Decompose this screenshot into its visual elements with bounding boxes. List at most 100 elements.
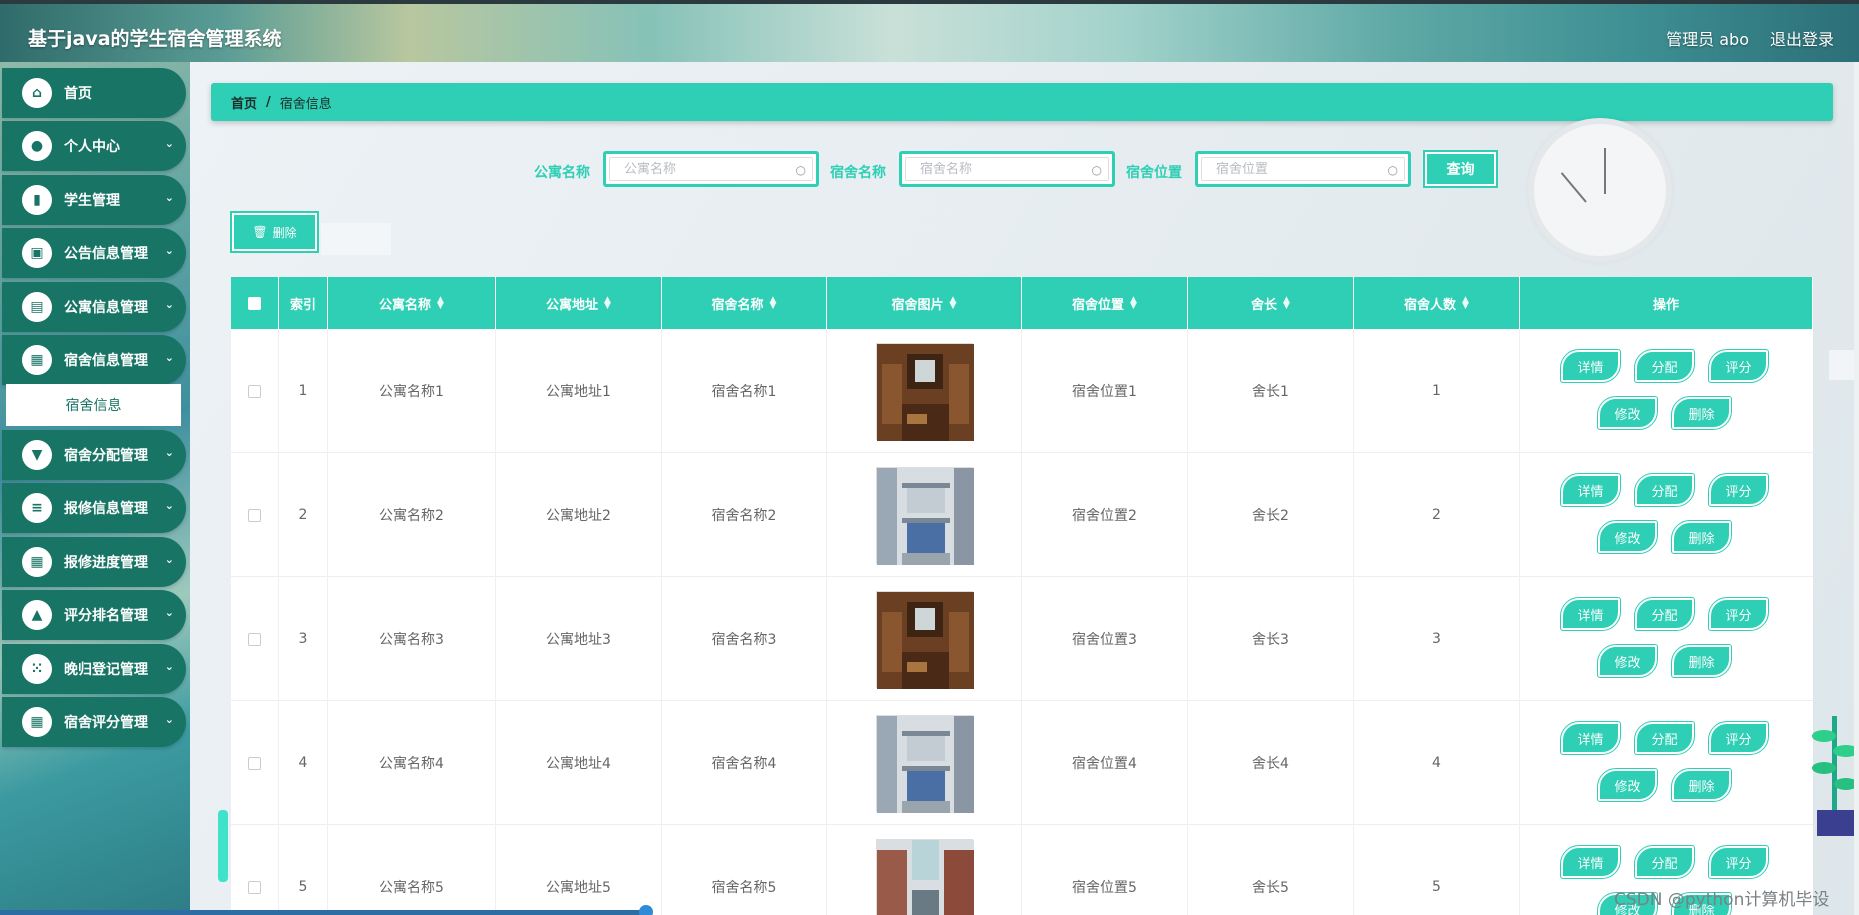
sidebar-item-5[interactable]: ▦ 宿舍信息管理 ⌄ (2, 335, 186, 385)
home-icon: ⌂ (22, 78, 52, 108)
column-header-1[interactable]: 公寓名称 ▲ ▼ (328, 277, 496, 329)
column-header-3[interactable]: 宿舍名称 ▲ ▼ (662, 277, 827, 329)
column-header-label: 宿舍位置 (1072, 297, 1125, 313)
rate-button[interactable]: 评分 (1708, 349, 1769, 383)
edit-button[interactable]: 修改 (1597, 768, 1658, 802)
dorm-name-input[interactable] (905, 157, 1109, 181)
assign-button[interactable]: 分配 (1634, 597, 1695, 631)
column-header-6[interactable]: 舍长 ▲ ▼ (1188, 277, 1354, 329)
column-header-7[interactable]: 宿舍人数 ▲ ▼ (1354, 277, 1520, 329)
apartment-name-cell: 公寓名称4 (328, 701, 496, 825)
detail-button[interactable]: 详情 (1560, 845, 1621, 879)
query-button[interactable]: 查询 (1423, 150, 1498, 188)
apartment-address-cell: 公寓地址1 (496, 329, 662, 453)
sidebar-item-6[interactable]: ▼ 宿舍分配管理 ⌄ (2, 430, 186, 480)
dorm-photo[interactable] (875, 342, 974, 441)
apartment-address-cell: 公寓地址2 (496, 453, 662, 577)
edit-button[interactable]: 修改 (1597, 644, 1658, 678)
dorm-photo[interactable] (875, 838, 974, 915)
sidebar-item-label: 个人中心 (64, 139, 120, 155)
row-checkbox[interactable] (248, 880, 261, 894)
vertical-scrollbar[interactable] (1854, 62, 1859, 915)
sidebar-item-11[interactable]: ▦ 宿舍评分管理 ⌄ (2, 697, 186, 747)
sidebar-item-8[interactable]: ▦ 报修进度管理 ⌄ (2, 537, 186, 587)
dorm-photo[interactable] (875, 590, 974, 689)
detail-button[interactable]: 详情 (1560, 473, 1621, 507)
index-cell: 4 (279, 701, 328, 825)
index-cell: 2 (279, 453, 328, 577)
rate-button[interactable]: 评分 (1708, 721, 1769, 755)
search-icon: ○ (1387, 163, 1398, 177)
sidebar-item-4[interactable]: ▤ 公寓信息管理 ⌄ (2, 282, 186, 332)
delete-button[interactable]: 删除 (1671, 768, 1732, 802)
row-checkbox[interactable] (248, 756, 261, 770)
delete-button[interactable]: 删除 (1671, 396, 1732, 430)
sidebar-item-9[interactable]: ▲ 评分排名管理 ⌄ (2, 590, 186, 640)
delete-button[interactable]: 删除 (1671, 520, 1732, 554)
row-checkbox[interactable] (248, 632, 261, 646)
column-header-2[interactable]: 公寓地址 ▲ ▼ (496, 277, 662, 329)
sort-icon[interactable]: ▲ ▼ (1283, 296, 1290, 311)
sort-icon[interactable]: ▲ ▼ (1462, 296, 1469, 311)
row-actions: 详情 分配 评分修改 删除 (1520, 577, 1813, 701)
row-checkbox[interactable] (248, 384, 261, 398)
sidebar-item-0[interactable]: ⌂ 首页 (2, 68, 186, 118)
select-all-checkbox[interactable] (248, 296, 261, 310)
column-header-5[interactable]: 宿舍位置 ▲ ▼ (1022, 277, 1188, 329)
table-row: 4 公寓名称4 公寓地址4 宿舍名称4 宿舍位置4 舍长4 4 详情 分配 评分 修改 删除 (231, 701, 1813, 825)
sidebar-item-1[interactable]: ● 个人中心 ⌄ (2, 121, 186, 171)
rate-button[interactable]: 评分 (1708, 473, 1769, 507)
sort-icon[interactable]: ▲ ▼ (437, 296, 444, 311)
delete-button[interactable]: 删除 (1671, 644, 1732, 678)
detail-button[interactable]: 详情 (1560, 597, 1621, 631)
sort-icon[interactable]: ▲ ▼ (1130, 296, 1137, 311)
dorm-photo[interactable] (875, 466, 974, 565)
dorm-name-cell: 宿舍名称3 (662, 577, 827, 701)
chevron-down-icon: ⌄ (164, 191, 174, 204)
breadcrumb-home[interactable]: 首页 (231, 93, 257, 112)
sidebar-item-label: 首页 (64, 86, 92, 102)
detail-button[interactable]: 详情 (1560, 721, 1621, 755)
rate-button[interactable]: 评分 (1708, 597, 1769, 631)
sidebar-item-label: 公告信息管理 (64, 246, 148, 262)
dorm-photo-cell (827, 825, 1022, 915)
assign-button[interactable]: 分配 (1634, 473, 1695, 507)
apartment-name-cell: 公寓名称3 (328, 577, 496, 701)
sidebar-item-7[interactable]: ≡ 报修信息管理 ⌄ (2, 483, 186, 533)
scroll-thumb[interactable] (639, 905, 653, 915)
assign-button[interactable]: 分配 (1634, 721, 1695, 755)
column-header-4[interactable]: 宿舍图片 ▲ ▼ (827, 277, 1022, 329)
assign-button[interactable]: 分配 (1634, 349, 1695, 383)
top-header: 基于java的学生宿舍管理系统 管理员 abo 退出登录 (0, 0, 1859, 62)
edit-button[interactable]: 修改 (1597, 396, 1658, 430)
detail-button[interactable]: 详情 (1560, 349, 1621, 383)
bulk-delete-button[interactable]: 🗑 删除 (230, 211, 319, 253)
chevron-down-icon: ⌄ (164, 351, 174, 364)
plant-decoration (1812, 716, 1859, 836)
sidebar-item-2[interactable]: ▮ 学生管理 ⌄ (2, 175, 186, 225)
table-row: 5 公寓名称5 公寓地址5 宿舍名称5 宿舍位置5 舍长5 5 详情 分配 评分 修改 删除 (231, 825, 1813, 915)
dorm-location-input[interactable] (1201, 157, 1405, 181)
sort-icon[interactable]: ▲ ▼ (604, 296, 611, 311)
apartment-name-input[interactable] (609, 157, 813, 181)
sort-icon[interactable]: ▲ ▼ (950, 296, 957, 311)
horizontal-scrollbar[interactable] (0, 910, 650, 915)
sidebar-item-10[interactable]: ⁙ 晚归登记管理 ⌄ (2, 644, 186, 694)
breadcrumb-separator: / (266, 94, 271, 110)
ghost-placeholder (321, 223, 391, 255)
logout-link[interactable]: 退出登录 (1770, 26, 1834, 50)
edit-button[interactable]: 修改 (1597, 520, 1658, 554)
clock-decoration (1528, 118, 1672, 262)
row-actions: 详情 分配 评分修改 删除 (1520, 701, 1813, 825)
apartment-name-cell: 公寓名称5 (328, 825, 496, 915)
occupant-count-cell: 5 (1354, 825, 1520, 915)
breadcrumb-current: 宿舍信息 (279, 96, 332, 112)
sort-icon[interactable]: ▲ ▼ (770, 296, 777, 311)
submenu-item-dorm-info[interactable]: 宿舍信息 (6, 384, 181, 426)
assign-button[interactable]: 分配 (1634, 845, 1695, 879)
dorm-location-cell: 宿舍位置1 (1022, 329, 1188, 453)
sidebar-item-3[interactable]: ▣ 公告信息管理 ⌄ (2, 228, 186, 278)
dorm-photo[interactable] (875, 714, 974, 813)
rate-button[interactable]: 评分 (1708, 845, 1769, 879)
row-checkbox[interactable] (248, 508, 261, 522)
